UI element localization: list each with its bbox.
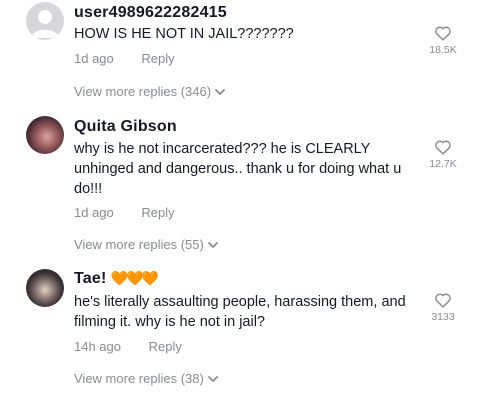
like-count: 18.5K	[429, 44, 457, 56]
like-button[interactable]: 18.5K	[428, 25, 458, 56]
comment-username[interactable]: Quita Gibson	[74, 118, 177, 136]
like-count: 3133	[431, 311, 455, 323]
reply-button[interactable]: Reply	[141, 51, 174, 66]
heart-outline-icon	[435, 26, 451, 41]
comment-meta: 14h ago Reply	[74, 339, 182, 354]
view-more-replies-label: View more replies (38)	[74, 371, 204, 386]
comment-text: he's literally assaulting people, harass…	[74, 294, 406, 330]
reply-button[interactable]: Reply	[149, 339, 182, 354]
avatar[interactable]	[26, 269, 64, 307]
like-button[interactable]: 12.7K	[428, 139, 458, 170]
view-more-replies[interactable]: View more replies (38)	[74, 371, 218, 386]
view-more-replies-label: View more replies (346)	[74, 84, 212, 99]
avatar[interactable]	[26, 116, 64, 154]
like-button[interactable]: 3133	[428, 292, 458, 323]
heart-outline-icon	[435, 293, 451, 308]
view-more-replies[interactable]: View more replies (346)	[74, 84, 225, 99]
comment-username-text: Tae!	[74, 270, 107, 287]
view-more-replies-label: View more replies (55)	[74, 237, 204, 252]
chevron-down-icon	[207, 376, 218, 382]
view-more-replies[interactable]: View more replies (55)	[74, 237, 218, 252]
reply-button[interactable]: Reply	[141, 205, 174, 220]
comment-username[interactable]: Tae! 🧡🧡🧡	[74, 270, 159, 288]
comment-username[interactable]: user4989622282415	[74, 4, 227, 22]
comment-timestamp: 1d ago	[74, 205, 114, 220]
comment-meta: 1d ago Reply	[74, 51, 175, 66]
comment-list: user4989622282415 HOW IS HE NOT IN JAIL?…	[0, 0, 478, 400]
avatar[interactable]	[26, 2, 64, 40]
chevron-down-icon	[207, 242, 218, 248]
chevron-down-icon	[215, 89, 225, 95]
comment-timestamp: 1d ago	[74, 51, 114, 66]
like-count: 12.7K	[429, 158, 457, 170]
default-avatar-icon	[31, 10, 59, 38]
heart-outline-icon	[435, 140, 451, 155]
comment-text: HOW IS HE NOT IN JAIL???????	[74, 26, 294, 42]
comment-text: why is he not incarcerated??? he is CLEA…	[74, 141, 402, 197]
comment-meta: 1d ago Reply	[74, 205, 175, 220]
comment-timestamp: 14h ago	[74, 339, 121, 354]
heart-emoji-badges: 🧡🧡🧡	[110, 270, 159, 286]
